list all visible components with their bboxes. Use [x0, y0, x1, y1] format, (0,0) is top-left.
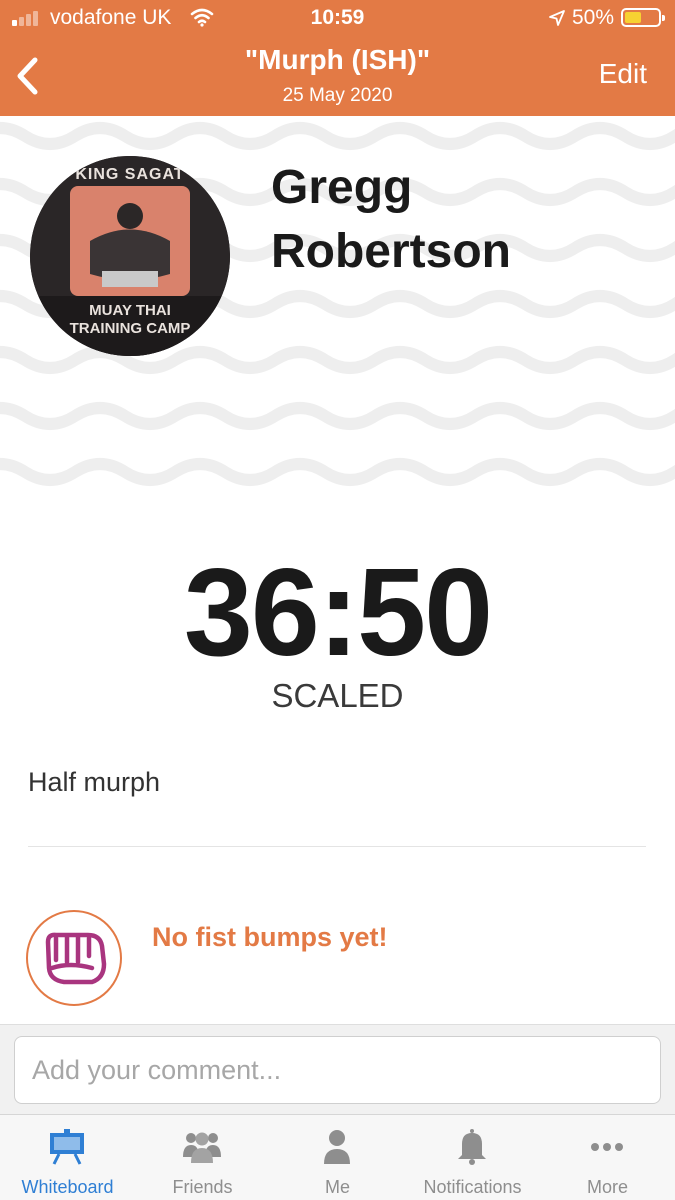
more-dots-icon	[591, 1143, 623, 1151]
result-time: 36:50	[183, 544, 493, 682]
status-bar: vodafone UK 10:59 50%	[0, 0, 675, 38]
whiteboard-icon	[50, 1129, 84, 1165]
tab-notifications[interactable]: Notifications	[405, 1115, 540, 1200]
edit-button[interactable]: Edit	[599, 58, 647, 90]
comment-bar	[0, 1024, 675, 1114]
tab-label: Notifications	[423, 1177, 522, 1197]
battery-percentage: 50%	[572, 6, 615, 29]
divider	[28, 846, 646, 847]
tab-me[interactable]: Me	[270, 1115, 405, 1200]
navigation-bar: "Murph (ISH)" 25 May 2020 Edit	[0, 38, 675, 116]
workout-title: "Murph (ISH)"	[244, 44, 431, 75]
no-fist-bumps-message: No fist bumps yet!	[152, 922, 388, 952]
fist-bump-button[interactable]	[26, 910, 122, 1006]
avatar-caption-bottom: MUAY THAI TRAINING CAMP	[69, 302, 191, 337]
location-arrow-icon	[549, 10, 565, 26]
fist-icon	[45, 932, 107, 985]
tab-label: More	[586, 1177, 628, 1197]
comment-input[interactable]	[14, 1036, 661, 1104]
tab-whiteboard[interactable]: Whiteboard	[0, 1115, 135, 1200]
tab-label: Whiteboard	[21, 1177, 114, 1197]
scaling-label: SCALED	[271, 677, 404, 714]
tab-bar: Whiteboard Friends Me Notifications More	[0, 1114, 675, 1200]
tab-friends[interactable]: Friends	[135, 1115, 270, 1200]
result-note: Half murph	[28, 767, 161, 797]
tab-more[interactable]: More	[540, 1115, 675, 1200]
workout-date: 25 May 2020	[282, 85, 393, 106]
battery-level-fill	[625, 12, 641, 23]
profile-header: KING SAGAT MUAY THAI TRAINING CAMP Gregg…	[0, 116, 675, 494]
athlete-name[interactable]: Gregg Robertson	[271, 156, 651, 284]
tab-label: Me	[324, 1177, 350, 1197]
tab-label: Friends	[172, 1177, 233, 1197]
friends-icon	[183, 1132, 221, 1163]
battery-icon	[621, 8, 665, 27]
bell-icon	[458, 1129, 486, 1165]
person-icon	[324, 1130, 350, 1164]
avatar[interactable]: KING SAGAT MUAY THAI TRAINING CAMP	[30, 156, 230, 356]
avatar-caption-top: KING SAGAT	[75, 166, 185, 183]
